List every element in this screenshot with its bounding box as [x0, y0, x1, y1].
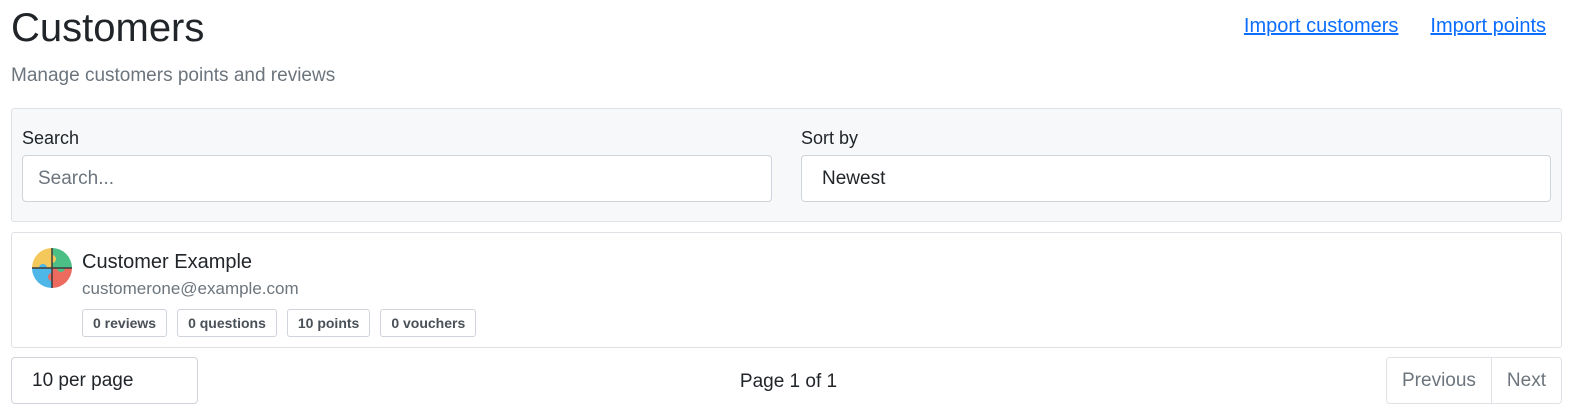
page-indicator: Page 1 of 1 — [739, 371, 838, 392]
next-button[interactable]: Next — [1490, 358, 1561, 403]
header-actions: Import customers Import points — [1244, 13, 1546, 39]
search-input[interactable]: Search... — [22, 155, 772, 202]
vouchers-badge: 0 vouchers — [380, 309, 477, 337]
customer-card[interactable]: Customer Example customerone@example.com… — [11, 232, 1562, 348]
filter-panel: Search Search... Sort by Newest — [11, 108, 1562, 222]
previous-button[interactable]: Previous — [1387, 358, 1491, 403]
customer-email: customerone@example.com — [82, 279, 299, 298]
page-subtitle: Manage customers points and reviews — [11, 65, 336, 86]
questions-badge: 0 questions — [177, 309, 277, 337]
search-label: Search — [22, 128, 80, 148]
page-title: Customers — [11, 6, 205, 50]
customer-stats: 0 reviews 0 questions 10 points 0 vouche… — [82, 309, 477, 337]
customer-name[interactable]: Customer Example — [82, 249, 252, 275]
sort-label: Sort by — [801, 128, 859, 148]
pagination-controls: Previous Next — [1386, 357, 1562, 404]
puzzle-icon — [32, 248, 72, 288]
import-customers-link[interactable]: Import customers — [1244, 13, 1398, 39]
sort-select[interactable]: Newest — [801, 155, 1551, 202]
reviews-badge: 0 reviews — [82, 309, 168, 337]
points-badge: 10 points — [286, 309, 371, 337]
import-points-link[interactable]: Import points — [1430, 13, 1546, 39]
